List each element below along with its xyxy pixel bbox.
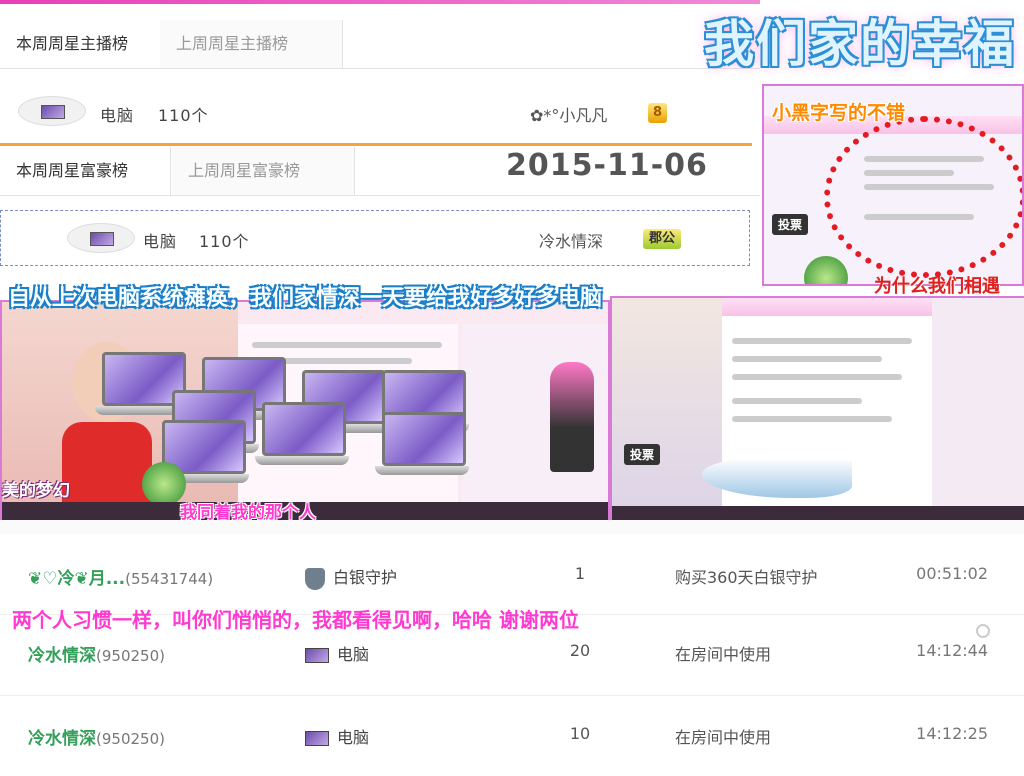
- record-time: 00:51:02: [916, 564, 988, 583]
- user-list: [932, 298, 1024, 522]
- ranking-panel: 本周周星主播榜 上周周星主播榜 电脑 110个 ✿*°小凡凡 8 本周周星富豪榜…: [0, 0, 760, 270]
- caption-middle: 自从上次电脑系统瘫痪，我们家情深一天要给我好多好多电脑: [8, 286, 603, 311]
- cartoon-girl: [550, 362, 594, 472]
- chat-screenshot-right: 投票: [610, 296, 1024, 524]
- shield-icon: [305, 567, 325, 590]
- heart-caption: 为什么我们相遇: [874, 276, 1000, 297]
- record-gift: 白银守护: [305, 564, 397, 590]
- record-status: 购买360天白银守护: [675, 568, 818, 587]
- host-gift-name: 电脑: [100, 106, 135, 125]
- chat-screenshot-left: [0, 300, 610, 522]
- record-qty: 1: [574, 564, 586, 583]
- record-user[interactable]: 冷水情深(950250): [28, 641, 165, 666]
- vote-label: 投票: [624, 444, 661, 465]
- screenshot-toolbar: [722, 298, 932, 316]
- record-gift: 电脑: [305, 724, 369, 748]
- vote-label: 投票: [772, 214, 809, 235]
- avatar: [804, 256, 848, 284]
- tab-last-week-host[interactable]: 上周周星主播榜: [160, 20, 343, 68]
- laptop-icon: [255, 402, 349, 465]
- record-gift: 电脑: [305, 641, 369, 665]
- host-video-area: [612, 298, 722, 522]
- page-title: 我们家的幸福: [704, 15, 1016, 73]
- rich-winner-name[interactable]: 冷水情深: [539, 228, 603, 252]
- caption-bottom: 两个人习惯一样，叫你们悄悄的，我都看得见啊，哈哈 谢谢两位: [12, 608, 579, 632]
- rich-gift-name: 电脑: [143, 232, 178, 251]
- record-time: 14:12:25: [916, 724, 988, 743]
- tab-last-week-rich[interactable]: 上周周星富豪榜: [172, 147, 355, 195]
- chat-line: [732, 356, 882, 362]
- table-row: 冷水情深(950250) 电脑 10 在房间中使用 14:12:25: [0, 696, 1024, 776]
- host-level-badge: 8: [648, 102, 668, 123]
- laptop-icon: [375, 412, 469, 475]
- laptop-icon: [305, 648, 329, 663]
- record-qty: 20: [569, 641, 591, 660]
- records-table: ❦♡冷❦月...(55431744) 白银守护 1 购买360天白银守护 00:…: [0, 520, 1024, 776]
- tab-this-week-host[interactable]: 本周周星主播榜: [0, 20, 161, 68]
- panel-top-border: [0, 0, 760, 4]
- record-user[interactable]: 冷水情深(950250): [28, 724, 165, 749]
- host-winner-name[interactable]: ✿*°小凡凡: [530, 102, 607, 126]
- tab-this-week-rich[interactable]: 本周周星富豪榜: [0, 147, 171, 195]
- chat-line: [252, 342, 442, 348]
- record-time: 14:12:44: [916, 641, 988, 660]
- heart-frame: [824, 116, 1022, 278]
- record-user[interactable]: ❦♡冷❦月...(55431744): [28, 564, 213, 589]
- host-rank-row: 电脑 110个 ✿*°小凡凡 8: [0, 82, 760, 140]
- rich-gift-count: 110个: [199, 232, 250, 251]
- rich-level-badge: 郡公: [643, 228, 682, 249]
- chat-line: [732, 398, 862, 404]
- host-rank-tabs: 本周周星主播榜 上周周星主播榜: [0, 20, 760, 69]
- scroll-indicator[interactable]: [976, 624, 990, 638]
- date-stamp: 2015-11-06: [506, 148, 708, 183]
- rank-divider: [0, 143, 752, 146]
- laptop-icon: [18, 96, 86, 126]
- record-qty: 10: [569, 724, 591, 743]
- chat-line: [732, 416, 892, 422]
- record-status: 在房间中使用: [675, 645, 772, 664]
- caption-top-right: 小黑字写的不错: [772, 102, 906, 124]
- chat-line: [732, 338, 912, 344]
- laptop-icon: [67, 223, 135, 253]
- table-row: ❦♡冷❦月...(55431744) 白银守护 1 购买360天白银守护 00:…: [0, 534, 1024, 615]
- sticker-caption: 美的梦幻: [2, 481, 70, 501]
- record-status: 在房间中使用: [675, 728, 772, 747]
- chat-line: [732, 374, 902, 380]
- host-gift-count: 110个: [158, 106, 209, 125]
- laptop-icon: [305, 731, 329, 746]
- rich-rank-row: 电脑 110个 冷水情深 郡公: [0, 210, 750, 266]
